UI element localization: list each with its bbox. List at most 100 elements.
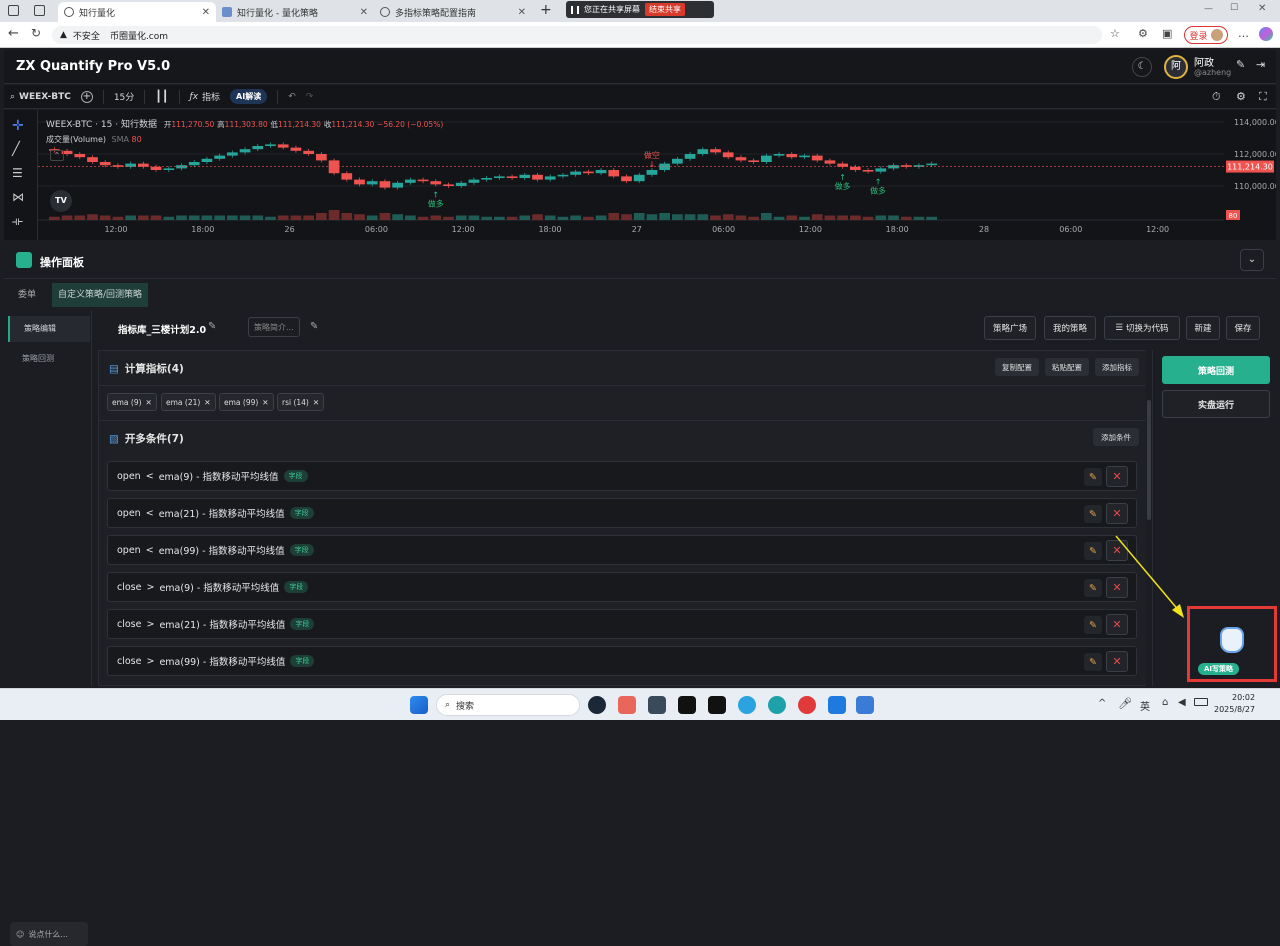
backtest-button[interactable]: 策略回测 (1162, 356, 1270, 384)
tab-orders[interactable]: 委单 (12, 283, 42, 307)
tab-custom-strategy[interactable]: 自定义策略/回测策略 (52, 283, 149, 307)
edit-icon[interactable]: ✎ (1084, 653, 1102, 671)
save-button[interactable]: 保存 (1226, 316, 1260, 340)
paste-config-button[interactable]: 粘贴配置 (1045, 358, 1089, 376)
indicators-button[interactable]: 指标 (202, 90, 220, 103)
reload-icon[interactable]: ↻ (31, 26, 41, 40)
edit-icon[interactable]: ✎ (1084, 468, 1102, 486)
close-tab-icon[interactable]: ✕ (518, 7, 526, 18)
browser-tab-active[interactable]: 知行量化 ✕ (58, 2, 216, 22)
browser-menu-icon[interactable] (8, 5, 19, 16)
collections-icon[interactable]: ▣ (1162, 27, 1172, 40)
close-tab-icon[interactable]: ✕ (202, 7, 210, 18)
edit-desc-icon[interactable]: ✎ (310, 321, 318, 332)
edit-icon[interactable]: ✎ (1084, 579, 1102, 597)
more-icon[interactable]: … (1238, 27, 1249, 40)
favorites-icon[interactable]: ☆ (1110, 27, 1120, 40)
steam-icon[interactable] (588, 696, 606, 714)
edit-profile-icon[interactable]: ✎ (1236, 58, 1245, 71)
browser-tab[interactable]: 知行量化 - 量化策略 ✕ (216, 2, 374, 22)
search-icon[interactable]: ⌕ (10, 92, 15, 102)
ai-interpret-button[interactable]: AI解读 (230, 89, 268, 104)
chat-input[interactable]: ☺ 说点什么... (10, 922, 88, 946)
tray-chevron-icon[interactable]: ^ (1098, 698, 1106, 709)
add-condition-button[interactable]: 添加条件 (1093, 428, 1139, 446)
new-button[interactable]: 新建 (1186, 316, 1220, 340)
strategy-square-button[interactable]: 策略广场 (984, 316, 1036, 340)
tiktok-icon[interactable] (708, 696, 726, 714)
mic-icon[interactable]: 🎤︎ (1118, 697, 1132, 710)
login-button[interactable]: 登录 (1184, 26, 1228, 44)
edit-icon[interactable]: ✎ (1084, 505, 1102, 523)
collapse-panel-button[interactable]: ⌄ (1240, 249, 1264, 271)
ai-write-strategy-widget[interactable]: AI写策略 (1187, 606, 1277, 682)
start-icon[interactable] (410, 696, 428, 714)
alert-icon[interactable]: ⏱ (1212, 90, 1221, 104)
back-icon[interactable]: ← (8, 26, 19, 41)
browser-tab[interactable]: 多指标策略配置指南 ✕ (374, 2, 532, 22)
pattern-icon[interactable]: ⋈ (12, 190, 24, 204)
delete-button[interactable]: ✕ (1106, 503, 1128, 524)
clock-date[interactable]: 2025/8/27 (1214, 705, 1255, 714)
crosshair-icon[interactable]: ✛ (12, 118, 24, 134)
switch-to-code-button[interactable]: ☰ 切换为代码 (1104, 316, 1180, 340)
trendline-icon[interactable]: ╱ (12, 142, 20, 157)
sidebar-item-edit[interactable]: 策略编辑 (8, 316, 90, 342)
app-icon[interactable] (648, 696, 666, 714)
tradingview-icon[interactable] (678, 696, 696, 714)
editor-scrollbar[interactable] (1146, 350, 1152, 686)
copilot-icon[interactable] (1259, 27, 1273, 41)
maximize-icon[interactable]: ☐ (1230, 3, 1238, 13)
clock-time[interactable]: 20:02 (1232, 693, 1255, 702)
new-tab-button[interactable]: + (540, 2, 552, 18)
sidebar-item-backtest[interactable]: 策略回测 (8, 346, 90, 372)
app-icon[interactable] (828, 696, 846, 714)
tab-actions-icon[interactable] (34, 5, 45, 16)
remove-icon[interactable]: ✕ (313, 398, 319, 407)
moon-icon[interactable]: ☾ (1132, 57, 1152, 77)
add-symbol-icon[interactable]: + (80, 90, 93, 103)
indicator-chip[interactable]: ema (99) ✕ (219, 393, 274, 411)
symbol-selector[interactable]: WEEX-BTC (19, 92, 71, 102)
extensions-icon[interactable]: ⚙ (1138, 27, 1148, 40)
netease-icon[interactable] (798, 696, 816, 714)
ime-label[interactable]: 英 (1140, 698, 1150, 713)
copy-config-button[interactable]: 复制配置 (995, 358, 1039, 376)
live-run-button[interactable]: 实盘运行 (1162, 390, 1270, 418)
delete-button[interactable]: ✕ (1106, 466, 1128, 487)
redo-icon[interactable]: ↷ (306, 92, 314, 102)
stop-share-button[interactable]: 结束共享 (645, 3, 685, 16)
close-window-icon[interactable]: ✕ (1258, 3, 1266, 14)
collapse-legend-icon[interactable]: ⌃ (50, 150, 64, 161)
indicator-chip[interactable]: ema (9) ✕ (107, 393, 157, 411)
add-indicator-button[interactable]: 添加指标 (1095, 358, 1139, 376)
edit-name-icon[interactable]: ✎ (208, 321, 216, 332)
battery-icon[interactable] (1194, 698, 1208, 706)
candle-type-icon[interactable]: ┃┃ (155, 90, 168, 103)
delete-button[interactable]: ✕ (1106, 651, 1128, 672)
my-strategies-button[interactable]: 我的策略 (1044, 316, 1096, 340)
fib-icon[interactable]: ☰ (12, 166, 23, 180)
interval-selector[interactable]: 15分 (114, 90, 134, 103)
network-icon[interactable]: ⌂ (1162, 697, 1168, 708)
measure-icon[interactable]: ⟛ (12, 214, 23, 229)
app-icon[interactable] (856, 696, 874, 714)
remove-icon[interactable]: ✕ (204, 398, 210, 407)
logout-icon[interactable]: ⇥ (1256, 58, 1265, 71)
avatar[interactable]: 阿 (1164, 55, 1188, 79)
url-field[interactable]: ▲ 不安全 币圈量化.com (52, 26, 1102, 44)
settings-icon[interactable]: ⚙ (1236, 90, 1246, 103)
undo-icon[interactable]: ↶ (288, 92, 296, 102)
price-chart[interactable]: ✛ ╱ ☰ ⋈ ⟛ 做多 ↑ 做空 ↓ 做多 ↑ 做多 ↑ 114,000.00 112,000… (4, 110, 1276, 240)
indicator-chip[interactable]: ema (21) ✕ (161, 393, 216, 411)
volume-icon[interactable]: ◀︎ (1178, 697, 1186, 708)
close-tab-icon[interactable]: ✕ (360, 7, 368, 18)
remove-icon[interactable]: ✕ (146, 398, 152, 407)
indicator-chip[interactable]: rsi (14) ✕ (277, 393, 325, 411)
app-icon[interactable] (618, 696, 636, 714)
remove-icon[interactable]: ✕ (262, 398, 268, 407)
strategy-desc-input[interactable]: 策略简介... (248, 317, 300, 337)
minimize-icon[interactable]: — (1204, 4, 1213, 14)
edit-icon[interactable]: ✎ (1084, 542, 1102, 560)
edge-icon[interactable] (768, 696, 786, 714)
